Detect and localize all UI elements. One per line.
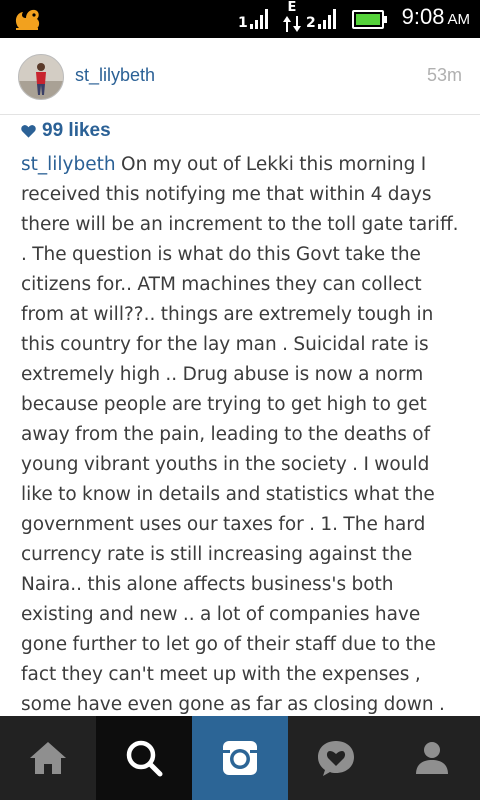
likes-count[interactable]: 99 likes [21,120,111,142]
profile-icon [416,742,448,774]
camera-icon [223,741,257,775]
home-icon [30,742,66,774]
post-header: st_lilybeth 53m [0,38,480,114]
nav-home[interactable] [0,716,96,800]
clock: 9:08 AM [401,4,470,29]
likes-label: 99 likes [42,120,111,141]
data-arrows-icon [283,16,301,32]
status-bar: 1 E 2 9:08 AM [0,0,480,38]
network-data-icon: E [282,1,302,36]
nav-search[interactable] [96,716,192,800]
post-username[interactable]: st_lilybeth [75,65,155,86]
user-photo [19,55,63,99]
battery-icon [352,10,387,29]
post-caption: st_lilybeth On my out of Lekki this morn… [21,150,461,720]
search-icon [126,740,163,777]
sim2-signal-icon: 2 [306,8,340,32]
bottom-navigation [0,716,480,800]
avatar[interactable] [18,54,64,100]
news-heart-icon [318,741,354,776]
caption-username[interactable]: st_lilybeth [21,154,116,175]
sim1-signal-icon: 1 [238,8,272,32]
post-timestamp: 53m [426,65,462,85]
header-divider [0,114,480,115]
nav-profile[interactable] [384,716,480,800]
uc-browser-squirrel-icon[interactable] [12,5,42,33]
heart-icon [21,125,36,138]
caption-text: On my out of Lekki this morning I receiv… [21,154,459,715]
nav-camera[interactable] [192,716,288,800]
nav-news[interactable] [288,716,384,800]
